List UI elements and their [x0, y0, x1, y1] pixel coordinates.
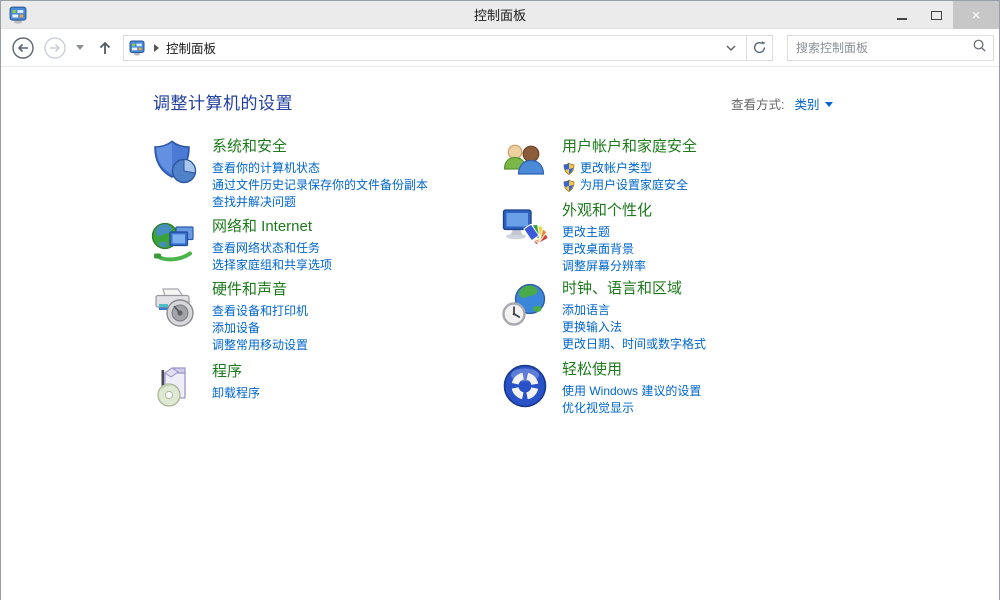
- search-input[interactable]: [796, 41, 972, 55]
- control-panel-breadcrumb-icon: [129, 40, 145, 56]
- close-button[interactable]: ×: [953, 1, 999, 29]
- search-box: [787, 35, 994, 61]
- category-link[interactable]: 调整屏幕分辨率: [562, 258, 652, 275]
- category-text: 时钟、语言和区域添加语言更换输入法更改日期、时间或数字格式: [562, 279, 706, 353]
- category-text: 用户帐户和家庭安全 更改帐户类型 为用户设置家庭安全: [562, 137, 697, 194]
- category-block-clock-language-region: 时钟、语言和区域添加语言更换输入法更改日期、时间或数字格式: [501, 279, 706, 353]
- category-title-clock-language-region[interactable]: 时钟、语言和区域: [562, 279, 706, 299]
- category-text: 系统和安全查看你的计算机状态通过文件历史记录保存你的文件备份副本查找并解决问题: [212, 137, 428, 211]
- navigation-toolbar: 控制面板: [1, 29, 999, 67]
- appearance-personalization-icon[interactable]: [501, 203, 549, 251]
- address-dropdown-icon[interactable]: [720, 39, 742, 57]
- category-link[interactable]: 更改日期、时间或数字格式: [562, 336, 706, 353]
- category-link[interactable]: 查看网络状态和任务: [212, 240, 332, 257]
- system-security-icon[interactable]: [151, 139, 199, 187]
- category-link[interactable]: 添加设备: [212, 320, 308, 337]
- category-title-appearance-personalization[interactable]: 外观和个性化: [562, 201, 652, 221]
- forward-button[interactable]: [43, 36, 67, 60]
- category-block-programs: 程序卸载程序: [151, 362, 260, 412]
- category-title-system-security[interactable]: 系统和安全: [212, 137, 428, 157]
- address-bar[interactable]: 控制面板: [123, 35, 747, 61]
- refresh-button[interactable]: [747, 35, 773, 61]
- category-title-hardware-sound[interactable]: 硬件和声音: [212, 280, 308, 300]
- category-link[interactable]: 查看你的计算机状态: [212, 160, 428, 177]
- chevron-down-icon: [825, 102, 833, 107]
- breadcrumb-chevron-icon[interactable]: [154, 44, 159, 52]
- category-text: 硬件和声音查看设备和打印机添加设备调整常用移动设置: [212, 280, 308, 354]
- category-link[interactable]: 更改主题: [562, 224, 652, 241]
- category-link[interactable]: 为用户设置家庭安全: [562, 177, 697, 194]
- category-block-system-security: 系统和安全查看你的计算机状态通过文件历史记录保存你的文件备份副本查找并解决问题: [151, 137, 428, 211]
- content-area: 调整计算机的设置 查看方式: 类别 系统和安全查看你的计算机状态通过文件历史记录…: [1, 67, 999, 600]
- category-title-programs[interactable]: 程序: [212, 362, 260, 382]
- back-button[interactable]: [11, 36, 35, 60]
- clock-language-region-icon[interactable]: [501, 281, 549, 329]
- category-title-ease-of-access[interactable]: 轻松使用: [562, 360, 701, 380]
- category-link[interactable]: 使用 Windows 建议的设置: [562, 383, 701, 400]
- page-title: 调整计算机的设置: [153, 89, 293, 114]
- view-by-selector[interactable]: 类别: [794, 94, 832, 113]
- category-block-network-internet: 网络和 Internet 查看网络状态和任务选择家庭组和共享选项: [151, 217, 332, 274]
- control-panel-icon: [9, 6, 27, 24]
- category-text: 轻松使用使用 Windows 建议的设置优化视觉显示: [562, 360, 701, 417]
- category-link[interactable]: 查找并解决问题: [212, 194, 428, 211]
- user-accounts-icon[interactable]: [501, 139, 549, 187]
- category-link[interactable]: 添加语言: [562, 302, 706, 319]
- category-link[interactable]: 更换输入法: [562, 319, 706, 336]
- search-icon[interactable]: [972, 38, 987, 58]
- category-link[interactable]: 卸载程序: [212, 385, 260, 402]
- title-bar: 控制面板 ×: [1, 1, 999, 29]
- ease-of-access-icon[interactable]: [501, 362, 549, 410]
- category-block-hardware-sound: 硬件和声音查看设备和打印机添加设备调整常用移动设置: [151, 280, 308, 354]
- category-title-network-internet[interactable]: 网络和 Internet: [212, 217, 332, 237]
- category-link[interactable]: 查看设备和打印机: [212, 303, 308, 320]
- recent-pages-dropdown[interactable]: [73, 45, 87, 50]
- category-link[interactable]: 调整常用移动设置: [212, 337, 308, 354]
- category-link[interactable]: 选择家庭组和共享选项: [212, 257, 332, 274]
- breadcrumb-item-control-panel[interactable]: 控制面板: [166, 38, 720, 57]
- programs-icon[interactable]: [151, 364, 199, 412]
- category-link[interactable]: 更改桌面背景: [562, 241, 652, 258]
- up-button[interactable]: [95, 38, 115, 58]
- view-by-control: 查看方式: 类别: [731, 94, 833, 113]
- category-link[interactable]: 更改帐户类型: [562, 160, 697, 177]
- view-by-label: 查看方式:: [731, 94, 784, 113]
- minimize-button[interactable]: [885, 1, 919, 29]
- maximize-button[interactable]: [919, 1, 953, 29]
- category-link[interactable]: 通过文件历史记录保存你的文件备份副本: [212, 177, 428, 194]
- category-link[interactable]: 优化视觉显示: [562, 400, 701, 417]
- uac-shield-icon: [562, 179, 576, 193]
- hardware-sound-icon[interactable]: [151, 282, 199, 330]
- category-block-appearance-personalization: 外观和个性化更改主题更改桌面背景调整屏幕分辨率: [501, 201, 652, 275]
- category-block-user-accounts: 用户帐户和家庭安全 更改帐户类型 为用户设置家庭安全: [501, 137, 697, 194]
- category-text: 外观和个性化更改主题更改桌面背景调整屏幕分辨率: [562, 201, 652, 275]
- category-title-user-accounts[interactable]: 用户帐户和家庭安全: [562, 137, 697, 157]
- control-panel-window: 控制面板 ×: [0, 0, 1000, 600]
- uac-shield-icon: [562, 162, 576, 176]
- window-title: 控制面板: [1, 5, 999, 24]
- category-block-ease-of-access: 轻松使用使用 Windows 建议的设置优化视觉显示: [501, 360, 701, 417]
- category-text: 程序卸载程序: [212, 362, 260, 412]
- network-internet-icon[interactable]: [151, 219, 199, 267]
- category-text: 网络和 Internet 查看网络状态和任务选择家庭组和共享选项: [212, 217, 332, 274]
